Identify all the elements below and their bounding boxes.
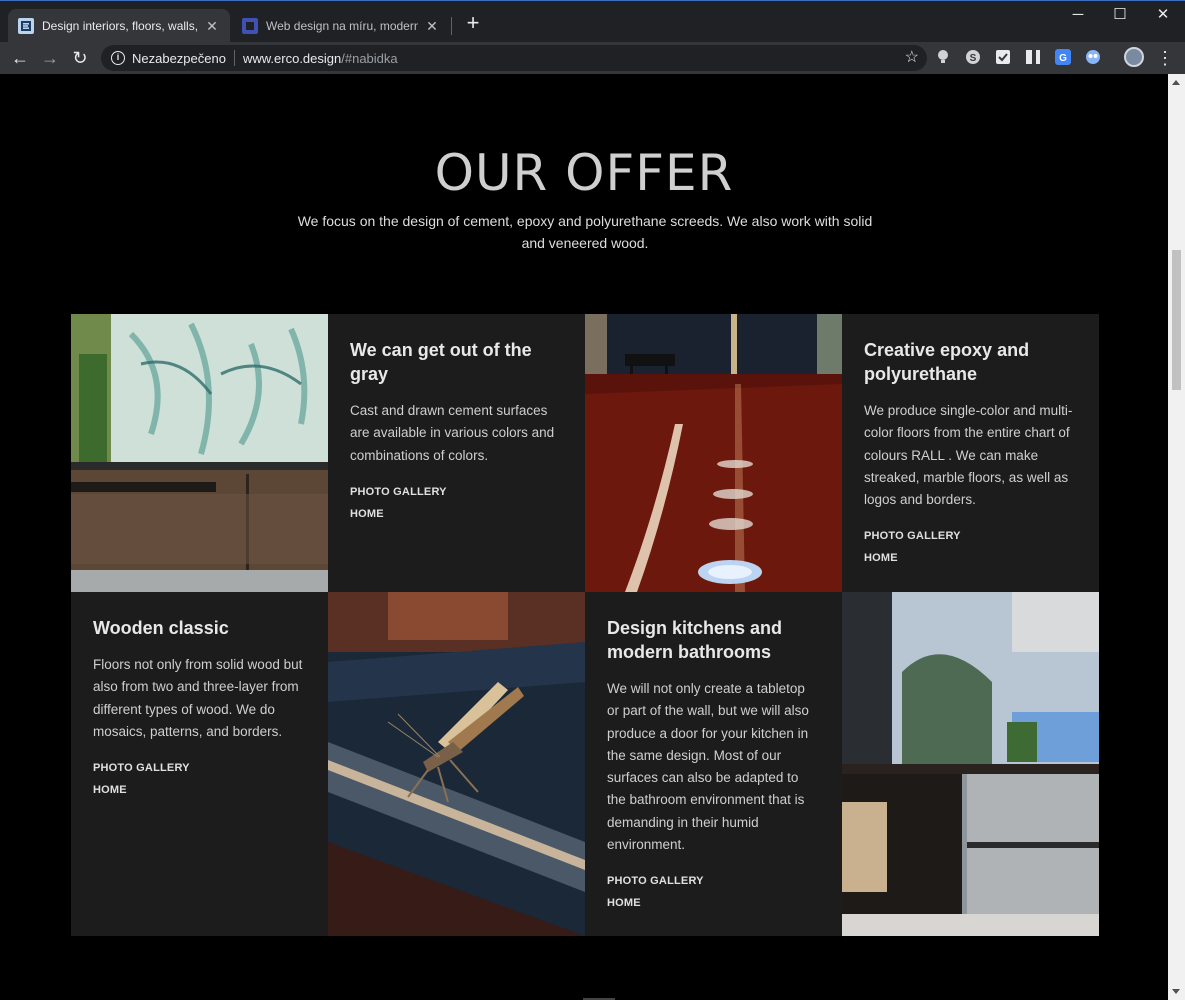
- home-link[interactable]: HOME: [864, 547, 1077, 569]
- offer-card-cement: We can get out of the gray Cast and draw…: [328, 314, 585, 592]
- forward-arrow-icon[interactable]: →: [38, 46, 62, 70]
- card-body: We will not only create a tabletop or pa…: [607, 681, 809, 853]
- svg-text:G: G: [1059, 53, 1067, 64]
- offer-card-epoxy: Creative epoxy and polyurethane We produ…: [842, 314, 1099, 592]
- svg-text:S: S: [970, 53, 977, 64]
- url-path[interactable]: /#nabidka: [341, 51, 397, 66]
- scroll-up-arrow-icon[interactable]: [1172, 80, 1180, 85]
- translate-extension-icon[interactable]: G: [1055, 49, 1071, 65]
- scroll-down-arrow-icon[interactable]: [1172, 989, 1180, 994]
- card-body: Floors not only from solid wood but also…: [93, 657, 303, 739]
- modern-kitchen-image: [842, 592, 1099, 936]
- card-title: Wooden classic: [93, 618, 229, 638]
- home-link[interactable]: HOME: [607, 892, 820, 914]
- minimize-button[interactable]: ─: [1056, 5, 1100, 27]
- page-scrollbar[interactable]: [1168, 74, 1185, 1000]
- erco-favicon-icon: [18, 18, 34, 34]
- checkmark-extension-icon[interactable]: [995, 49, 1011, 65]
- photo-gallery-link[interactable]: PHOTO GALLERY: [350, 481, 563, 503]
- profile-avatar[interactable]: [1124, 47, 1144, 67]
- photo-gallery-link[interactable]: PHOTO GALLERY: [864, 525, 1077, 547]
- photo-gallery-link[interactable]: PHOTO GALLERY: [93, 757, 306, 779]
- card-title: We can get out of the gray: [350, 340, 532, 384]
- kebab-menu-icon[interactable]: ⋮: [1156, 46, 1174, 70]
- back-arrow-icon[interactable]: ←: [8, 46, 32, 70]
- card-title: Creative epoxy and polyurethane: [864, 340, 1030, 384]
- tab-close-icon[interactable]: ✕: [424, 18, 440, 35]
- star-icon[interactable]: ☆: [905, 47, 919, 67]
- skype-extension-icon[interactable]: S: [965, 49, 981, 65]
- owl-extension-icon[interactable]: [1085, 49, 1101, 65]
- tab-web-design[interactable]: Web design na míru, moderní, re ✕: [232, 9, 450, 43]
- card-body: Cast and drawn cement surfaces are avail…: [350, 403, 555, 463]
- photo-gallery-link[interactable]: PHOTO GALLERY: [607, 870, 820, 892]
- home-link[interactable]: HOME: [93, 779, 306, 801]
- new-tab-button[interactable]: +: [462, 11, 484, 37]
- card-title: Design kitchens and modern bathrooms: [607, 618, 783, 662]
- tab-design-interiors[interactable]: Design interiors, floors, walls, kitc ✕: [8, 9, 230, 43]
- offer-card-kitchens: Design kitchens and modern bathrooms We …: [585, 592, 842, 936]
- security-label[interactable]: Nezabezpečeno: [132, 51, 226, 66]
- card-body: We produce single-color and multi-color …: [864, 403, 1073, 508]
- maximize-button[interactable]: ☐: [1098, 5, 1142, 27]
- page-subtitle: We focus on the design of cement, epoxy …: [297, 213, 873, 251]
- tab-close-icon[interactable]: ✕: [204, 18, 220, 35]
- omnibox-divider: [233, 50, 235, 66]
- grasshopper-image: [328, 592, 585, 936]
- info-icon[interactable]: i: [111, 51, 125, 65]
- reload-icon[interactable]: ↻: [68, 46, 92, 70]
- tab-title: Design interiors, floors, walls, kitc: [42, 19, 198, 33]
- browser-tab-strip: Design interiors, floors, walls, kitc ✕ …: [0, 0, 1185, 43]
- cement-interior-image: [71, 314, 328, 592]
- bookmark-manager-extension-icon[interactable]: [1025, 49, 1041, 65]
- browser-toolbar: ← → ↻ i Nezabezpečeno www.erco.design/#n…: [0, 42, 1185, 74]
- tab-title: Web design na míru, moderní, re: [266, 19, 418, 33]
- web-design-favicon-icon: [242, 18, 258, 34]
- home-link[interactable]: HOME: [350, 503, 563, 525]
- page-viewport: OUR OFFER We focus on the design of ceme…: [0, 74, 1168, 1000]
- window-close-button[interactable]: ✕: [1141, 5, 1185, 27]
- url-host[interactable]: www.erco.design: [243, 51, 341, 66]
- lightbulb-extension-icon[interactable]: [935, 49, 951, 65]
- scrollbar-thumb[interactable]: [1172, 250, 1181, 390]
- epoxy-floor-image: [585, 314, 842, 592]
- page-title: OUR OFFER: [434, 144, 734, 202]
- tab-separator: [451, 17, 452, 35]
- address-bar[interactable]: i Nezabezpečeno www.erco.design/#nabidka…: [101, 45, 927, 71]
- offer-card-wood: Wooden classic Floors not only from soli…: [71, 592, 328, 936]
